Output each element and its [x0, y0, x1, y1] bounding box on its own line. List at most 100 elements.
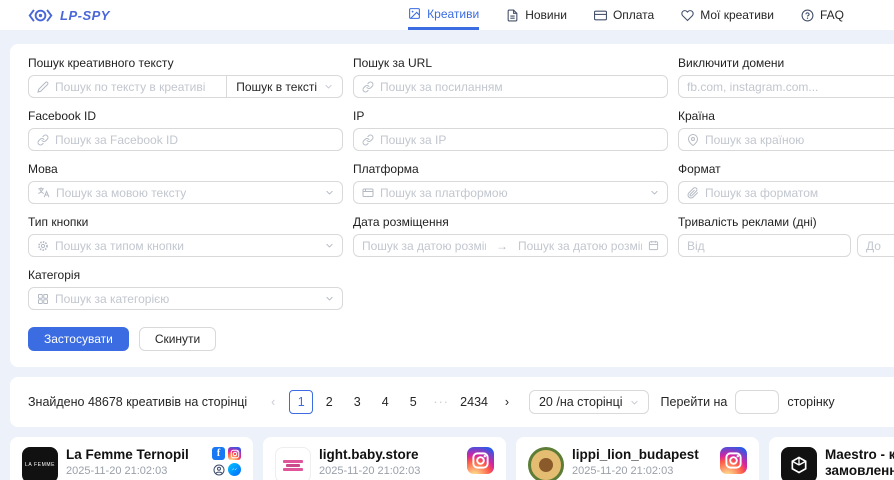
grid-icon [37, 293, 49, 305]
chevron-down-icon [630, 398, 639, 407]
per-page-value: 20 /на сторінці [539, 395, 623, 409]
page: LP-SPY Креативи Новини Оплата Мої креати… [0, 0, 894, 480]
filter-button-type: Тип кнопки [28, 215, 343, 257]
cube-logo-icon [789, 455, 809, 475]
gear-icon [37, 240, 49, 252]
pages-ellipsis[interactable]: ··· [429, 390, 453, 414]
field-label: Тип кнопки [28, 215, 343, 229]
nav-label: FAQ [820, 8, 844, 22]
date-from-input[interactable] [362, 239, 486, 253]
chevron-down-icon [325, 294, 334, 303]
exclude-domains-input[interactable] [687, 80, 894, 94]
button-type-select[interactable] [28, 234, 343, 257]
page-button-2[interactable]: 2 [317, 390, 341, 414]
chevron-down-icon [325, 188, 334, 197]
nav-faq[interactable]: FAQ [801, 0, 844, 30]
category-select[interactable] [28, 287, 343, 310]
apply-button[interactable]: Застосувати [28, 327, 129, 351]
language-input[interactable] [56, 186, 319, 200]
creative-card: lippi_lion_budapest 2025-11-20 21:02:03 … [516, 437, 759, 480]
ip-inputbox [353, 128, 668, 151]
arrow-right-icon: → [492, 239, 512, 253]
filter-duration: Тривалість реклами (дні) [678, 215, 894, 257]
nav-my-creatives[interactable]: Мої креативи [681, 0, 774, 30]
prev-page-button[interactable]: ‹ [261, 390, 285, 414]
card-title: lippi_lion_budapest [572, 447, 712, 463]
logo-text: LP-SPY [60, 8, 110, 23]
filter-category: Категорія [28, 268, 343, 310]
paperclip-icon [687, 187, 699, 199]
page-button-last[interactable]: 2434 [457, 390, 491, 414]
page-button-5[interactable]: 5 [401, 390, 425, 414]
platform-select[interactable] [353, 181, 668, 204]
instagram-icon [228, 447, 241, 460]
heart-icon [681, 9, 694, 22]
link-icon [362, 134, 374, 146]
page-button-4[interactable]: 4 [373, 390, 397, 414]
format-input[interactable] [705, 186, 894, 200]
duration-to-box [857, 234, 894, 257]
facebook-id-input[interactable] [55, 133, 334, 147]
map-pin-icon [687, 134, 699, 146]
instagram-icon [720, 447, 747, 474]
goto-page-input[interactable] [735, 390, 779, 414]
news-icon [506, 9, 519, 22]
filter-url: Пошук за URL [353, 56, 668, 98]
filter-format: Формат [678, 162, 894, 204]
platform-input[interactable] [380, 186, 644, 200]
platform-icon [362, 187, 374, 199]
category-input[interactable] [55, 292, 319, 306]
button-type-input[interactable] [55, 239, 319, 253]
nav-payment[interactable]: Оплата [594, 0, 654, 30]
filters-panel: Пошук креативного тексту Пошук в тексті … [10, 44, 894, 367]
field-label: Країна [678, 109, 894, 123]
nav-creatives[interactable]: Креативи [408, 0, 479, 30]
avatar [781, 447, 817, 480]
field-label: Платформа [353, 162, 668, 176]
field-label: Мова [28, 162, 343, 176]
nav-label: Новини [525, 8, 567, 22]
pager: ‹ 1 2 3 4 5 ··· 2434 › [261, 390, 519, 414]
search-mode-select[interactable]: Пошук в тексті [227, 75, 343, 98]
main-nav: Креативи Новини Оплата Мої креативи FAQ [408, 0, 844, 30]
card-title: Maestro - кухні, ме [825, 447, 894, 463]
reset-button[interactable]: Скинути [139, 327, 216, 351]
nav-news[interactable]: Новини [506, 0, 567, 30]
creative-text-input[interactable] [55, 80, 218, 94]
filter-country: Країна [678, 109, 894, 151]
results-summary: Знайдено 48678 креативів на сторінці [28, 395, 247, 409]
field-label: Пошук креативного тексту [28, 56, 343, 70]
duration-from-box [678, 234, 851, 257]
facebook-icon: f [212, 447, 225, 460]
filter-creative-text: Пошук креативного тексту Пошук в тексті [28, 56, 343, 98]
duration-from-input[interactable] [687, 239, 842, 253]
chevron-down-icon [324, 82, 333, 91]
language-select[interactable] [28, 181, 343, 204]
filter-platform: Платформа [353, 162, 668, 204]
link-icon [37, 134, 49, 146]
date-to-input[interactable] [518, 239, 642, 253]
format-select[interactable] [678, 181, 894, 204]
image-icon [408, 7, 421, 20]
logo[interactable]: LP-SPY [28, 8, 110, 23]
goto-prefix: Перейти на [661, 395, 728, 409]
creative-card: LA FEMME La Femme Ternopil 2025-11-20 21… [10, 437, 253, 480]
creative-card: light.baby.store 2025-11-20 21:02:03 3 d… [263, 437, 506, 480]
nav-label: Мої креативи [700, 8, 774, 22]
goto-page: Перейти на сторінку [661, 390, 835, 414]
eye-logo-icon [28, 8, 53, 23]
creatives-grid: LA FEMME La Femme Ternopil 2025-11-20 21… [10, 437, 894, 480]
field-label: Пошук за URL [353, 56, 668, 70]
url-input[interactable] [380, 80, 659, 94]
page-button-1[interactable]: 1 [289, 390, 313, 414]
per-page-select[interactable]: 20 /на сторінці [529, 390, 649, 414]
date-range-picker[interactable]: → [353, 234, 668, 257]
next-page-button[interactable]: › [495, 390, 519, 414]
page-button-3[interactable]: 3 [345, 390, 369, 414]
card-title: light.baby.store [319, 447, 459, 463]
country-input[interactable] [705, 133, 894, 147]
ip-input[interactable] [380, 133, 659, 147]
duration-to-input[interactable] [866, 239, 894, 253]
card-date: 2025-11-20 21:02:03 [319, 465, 459, 477]
country-select[interactable] [678, 128, 894, 151]
